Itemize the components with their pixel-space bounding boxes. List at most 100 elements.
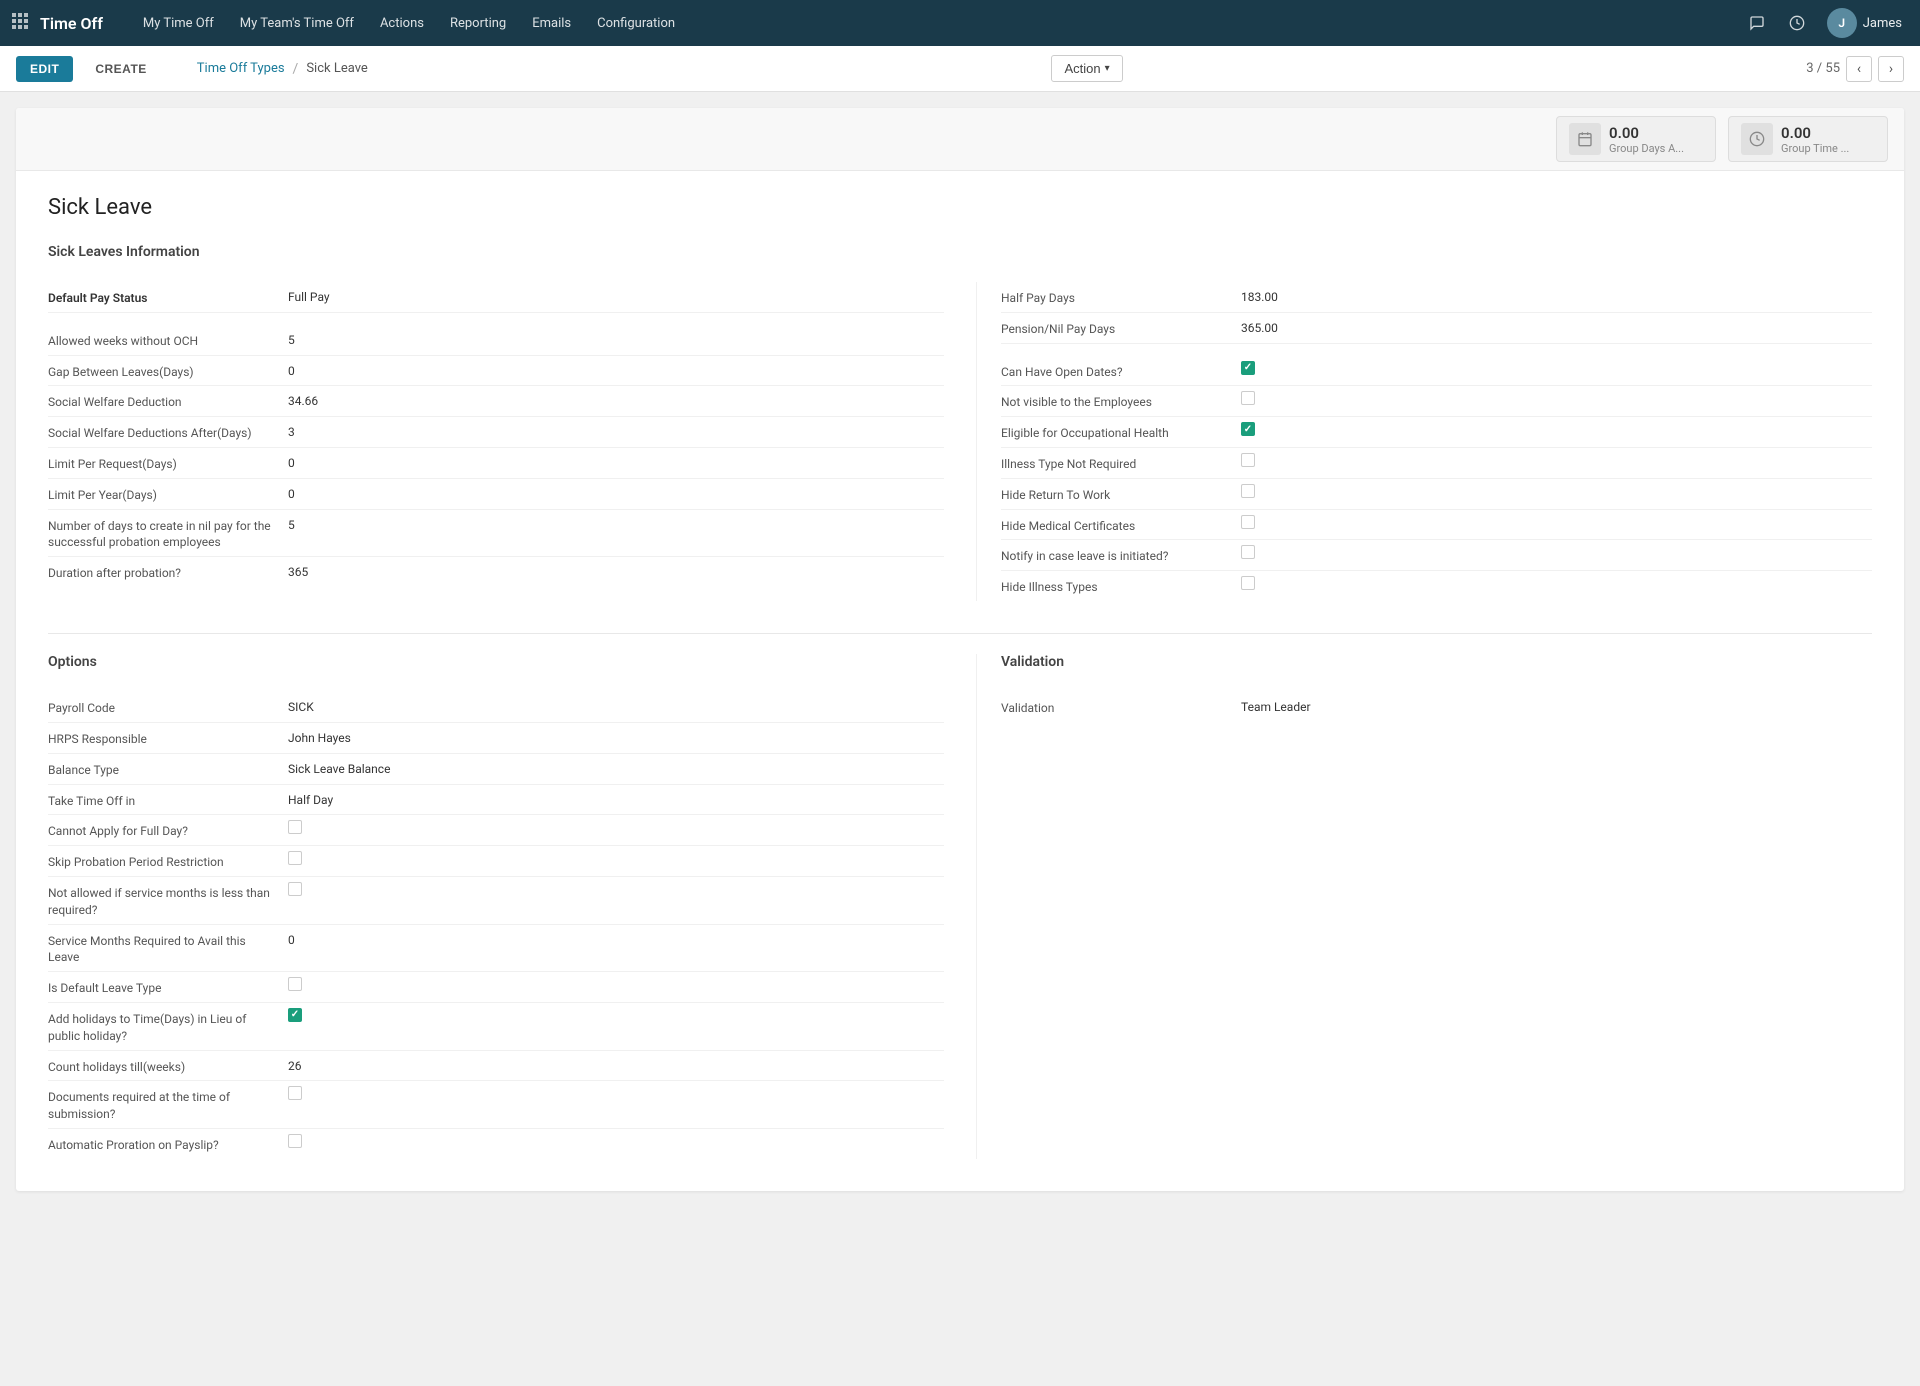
chat-icon[interactable] bbox=[1741, 7, 1773, 39]
field-label-allowed-weeks: Allowed weeks without OCH bbox=[48, 330, 288, 350]
stat-group-time[interactable]: 0.00 Group Time ... bbox=[1728, 116, 1888, 162]
record-card: 0.00 Group Days A... 0.00 Group Time ...… bbox=[16, 108, 1904, 1191]
field-value-swd-after: 3 bbox=[288, 422, 944, 439]
options-column: Options Payroll Code SICK HRPS Responsib… bbox=[48, 654, 944, 1159]
field-value-count-holidays: 26 bbox=[288, 1056, 944, 1073]
field-label-swd-after: Social Welfare Deductions After(Days) bbox=[48, 422, 288, 442]
grid-icon[interactable] bbox=[12, 13, 28, 33]
field-value-hrps: John Hayes bbox=[288, 728, 944, 745]
field-payroll-code: Payroll Code SICK bbox=[48, 692, 944, 723]
checkbox-not-allowed[interactable] bbox=[288, 882, 302, 896]
user-avatar[interactable]: J James bbox=[1821, 0, 1908, 46]
field-hide-illness-types: Hide Illness Types bbox=[1001, 571, 1872, 601]
app-brand[interactable]: Time Off bbox=[40, 14, 103, 33]
checkbox-notify-leave[interactable] bbox=[1241, 545, 1255, 559]
checkbox-not-visible[interactable] bbox=[1241, 391, 1255, 405]
checkbox-occ-health[interactable] bbox=[1241, 422, 1255, 436]
field-label-default-pay: Default Pay Status bbox=[48, 287, 288, 307]
stat-strip: 0.00 Group Days A... 0.00 Group Time ... bbox=[16, 108, 1904, 171]
main-menu: My Time Off My Team's Time Off Actions R… bbox=[131, 0, 1741, 46]
field-label-payroll-code: Payroll Code bbox=[48, 697, 288, 717]
top-navigation: Time Off My Time Off My Team's Time Off … bbox=[0, 0, 1920, 46]
checkbox-docs-req[interactable] bbox=[288, 1086, 302, 1100]
field-not-allowed-service: Not allowed if service months is less th… bbox=[48, 877, 944, 925]
checkbox-no-full-day[interactable] bbox=[288, 820, 302, 834]
field-allowed-weeks: Allowed weeks without OCH 5 bbox=[48, 325, 944, 356]
nav-my-time-off[interactable]: My Time Off bbox=[131, 0, 226, 46]
checkbox-hide-medical[interactable] bbox=[1241, 515, 1255, 529]
options-validation-section: Options Payroll Code SICK HRPS Responsib… bbox=[48, 654, 1872, 1159]
nav-configuration[interactable]: Configuration bbox=[585, 0, 687, 46]
breadcrumb-separator: / bbox=[293, 61, 299, 77]
form-body: Sick Leave Sick Leaves Information Defau… bbox=[16, 171, 1904, 1191]
field-count-holidays: Count holidays till(weeks) 26 bbox=[48, 1051, 944, 1082]
stat-time-label: Group Time ... bbox=[1781, 142, 1849, 155]
checkbox-hide-return[interactable] bbox=[1241, 484, 1255, 498]
field-label-nil-pay: Number of days to create in nil pay for … bbox=[48, 515, 288, 552]
pagination-controls: 3 / 55 ‹ › bbox=[1806, 56, 1904, 82]
field-value-limit-request: 0 bbox=[288, 453, 944, 470]
nav-reporting[interactable]: Reporting bbox=[438, 0, 518, 46]
nav-my-teams-time-off[interactable]: My Team's Time Off bbox=[228, 0, 366, 46]
field-value-limit-year: 0 bbox=[288, 484, 944, 501]
checkbox-hide-illness[interactable] bbox=[1241, 576, 1255, 590]
field-service-months: Service Months Required to Avail this Le… bbox=[48, 925, 944, 973]
field-label-limit-request: Limit Per Request(Days) bbox=[48, 453, 288, 473]
field-docs-required: Documents required at the time of submis… bbox=[48, 1081, 944, 1129]
field-label-take-time: Take Time Off in bbox=[48, 790, 288, 810]
stat-days-icon bbox=[1569, 123, 1601, 155]
field-label-validation: Validation bbox=[1001, 697, 1241, 717]
nav-emails[interactable]: Emails bbox=[520, 0, 583, 46]
checkbox-illness-not-req[interactable] bbox=[1241, 453, 1255, 467]
field-validation: Validation Team Leader bbox=[1001, 692, 1872, 722]
pagination-info: 3 / 55 bbox=[1806, 61, 1840, 76]
checkbox-auto-pro[interactable] bbox=[288, 1134, 302, 1148]
field-value-gap: 0 bbox=[288, 361, 944, 378]
field-label-docs-req: Documents required at the time of submis… bbox=[48, 1086, 288, 1123]
field-value-pension: 365.00 bbox=[1241, 318, 1872, 335]
checkbox-default-leave[interactable] bbox=[288, 977, 302, 991]
field-label-not-visible: Not visible to the Employees bbox=[1001, 391, 1241, 411]
action-button[interactable]: Action ▾ bbox=[1051, 55, 1122, 82]
field-limit-per-year: Limit Per Year(Days) 0 bbox=[48, 479, 944, 510]
field-auto-proration: Automatic Proration on Payslip? bbox=[48, 1129, 944, 1159]
section-info-title: Sick Leaves Information bbox=[48, 244, 1872, 266]
stat-group-days[interactable]: 0.00 Group Days A... bbox=[1556, 116, 1716, 162]
next-record-button[interactable]: › bbox=[1878, 56, 1904, 82]
chevron-down-icon: ▾ bbox=[1105, 63, 1110, 74]
field-eligible-occ-health: Eligible for Occupational Health bbox=[1001, 417, 1872, 448]
edit-button[interactable]: EDIT bbox=[16, 56, 73, 82]
field-label-default-leave: Is Default Leave Type bbox=[48, 977, 288, 997]
field-value-validation: Team Leader bbox=[1241, 697, 1872, 714]
field-label-gap: Gap Between Leaves(Days) bbox=[48, 361, 288, 381]
info-fields-grid: Default Pay Status Full Pay Allowed week… bbox=[48, 282, 1872, 601]
info-fields-right: Half Pay Days 183.00 Pension/Nil Pay Day… bbox=[976, 282, 1872, 601]
field-add-holidays-lieu: Add holidays to Time(Days) in Lieu of pu… bbox=[48, 1003, 944, 1051]
create-button[interactable]: CREATE bbox=[81, 56, 160, 82]
field-skip-probation: Skip Probation Period Restriction bbox=[48, 846, 944, 877]
checkbox-skip-prob[interactable] bbox=[288, 851, 302, 865]
field-value-take-time: Half Day bbox=[288, 790, 944, 807]
checkbox-add-holidays[interactable] bbox=[288, 1008, 302, 1022]
sick-leaves-info-section: Sick Leaves Information Default Pay Stat… bbox=[48, 244, 1872, 601]
field-label-hrps: HRPS Responsible bbox=[48, 728, 288, 748]
field-label-pension: Pension/Nil Pay Days bbox=[1001, 318, 1241, 338]
breadcrumb-parent-link[interactable]: Time Off Types bbox=[197, 61, 285, 76]
field-value-default-pay: Full Pay bbox=[288, 287, 944, 304]
record-title: Sick Leave bbox=[48, 195, 1872, 220]
prev-record-button[interactable]: ‹ bbox=[1846, 56, 1872, 82]
clock-icon[interactable] bbox=[1781, 7, 1813, 39]
field-label-hide-return: Hide Return To Work bbox=[1001, 484, 1241, 504]
nav-actions[interactable]: Actions bbox=[368, 0, 436, 46]
field-label-no-full-day: Cannot Apply for Full Day? bbox=[48, 820, 288, 840]
field-social-welfare-deduction: Social Welfare Deduction 34.66 bbox=[48, 386, 944, 417]
stat-time-value: 0.00 bbox=[1781, 124, 1849, 142]
field-label-add-holidays: Add holidays to Time(Days) in Lieu of pu… bbox=[48, 1008, 288, 1045]
breadcrumb-bar: EDIT CREATE Time Off Types / Sick Leave … bbox=[0, 46, 1920, 92]
field-value-duration-prob: 365 bbox=[288, 562, 944, 579]
field-label-count-holidays: Count holidays till(weeks) bbox=[48, 1056, 288, 1076]
field-value-balance-type: Sick Leave Balance bbox=[288, 759, 944, 776]
field-value-payroll-code: SICK bbox=[288, 697, 944, 714]
field-take-time-off-in: Take Time Off in Half Day bbox=[48, 785, 944, 816]
checkbox-open-dates[interactable] bbox=[1241, 361, 1255, 375]
